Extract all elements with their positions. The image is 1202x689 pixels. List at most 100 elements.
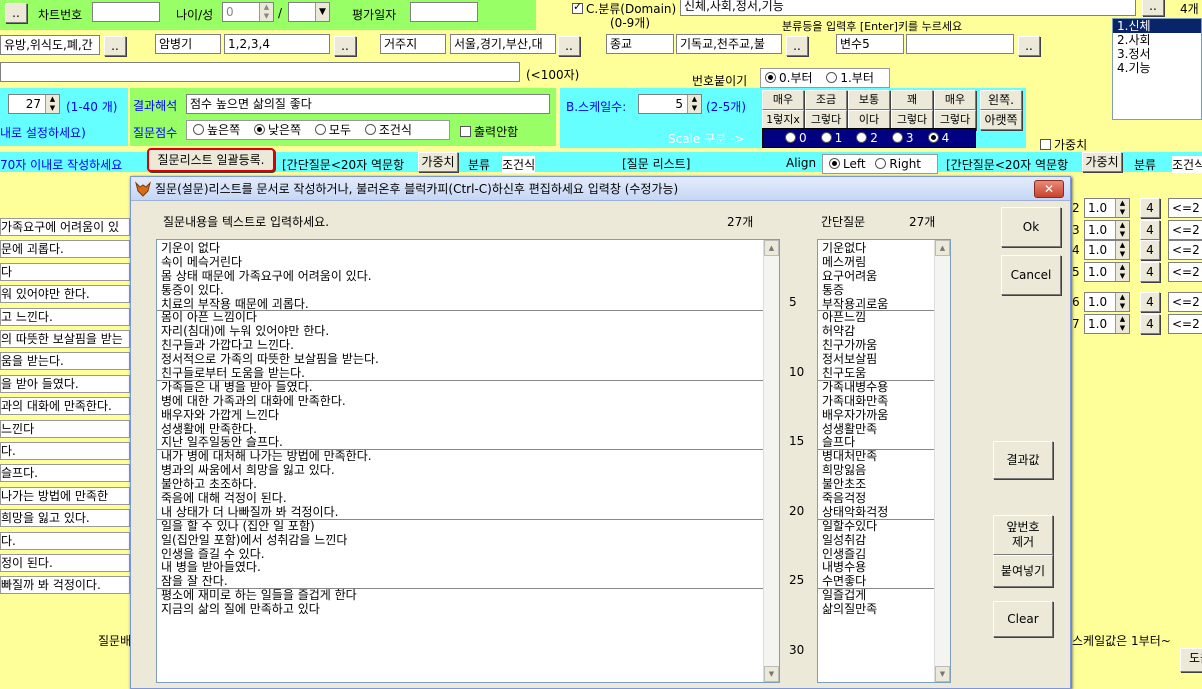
scale-stepper[interactable]: 5 ▲ ▼: [638, 94, 702, 114]
chart-lookup-button[interactable]: ..: [5, 3, 27, 23]
left-question-row[interactable]: 빠질까 봐 걱정이다.: [0, 576, 130, 595]
right-row-class-button[interactable]: 4: [1140, 220, 1160, 240]
left-question-row[interactable]: 희망을 잃고 있다.: [0, 509, 130, 528]
left-question-row[interactable]: 느낀다: [0, 419, 130, 438]
help-button[interactable]: 도움: [1180, 648, 1202, 672]
right-row-cond[interactable]: <=2: [1168, 198, 1202, 218]
question-scrollbar[interactable]: ▲ ▼: [763, 240, 779, 682]
cancer-stage-lookup-button[interactable]: ..: [334, 36, 356, 56]
short-scrollbar[interactable]: ▲ ▼: [934, 240, 950, 682]
right-row-cond[interactable]: <=2: [1168, 292, 1202, 312]
domain-lookup-button[interactable]: ..: [1142, 0, 1164, 16]
right-row-stepper-arrows[interactable]: ▲ ▼: [1115, 315, 1129, 333]
cancer-type-lookup-button[interactable]: ..: [104, 36, 126, 56]
right-row-cond[interactable]: <=2: [1168, 220, 1202, 240]
residence-input[interactable]: 서울,경기,부산,대: [450, 34, 556, 54]
short-question-textarea[interactable]: 기운없다 메스꺼림 요구어려움 통증 부작용괴로움 아픈느낌 허약감 친구가까움 정서보살핌 친구…: [817, 239, 951, 683]
right-row-stepper-arrows[interactable]: ▲ ▼: [1115, 293, 1129, 311]
paste-button[interactable]: 붙여넣기: [993, 555, 1053, 587]
scale-word-button[interactable]: 보통: [848, 90, 890, 110]
score-opt-low[interactable]: 낮은쪽: [253, 123, 301, 137]
var5-lookup-button[interactable]: ..: [1018, 36, 1040, 56]
scale-radio-opt[interactable]: 3: [891, 131, 914, 145]
count-stepper[interactable]: 27 ▲ ▼: [8, 94, 60, 114]
weight-header-button[interactable]: 가중치: [418, 152, 458, 172]
left-align-button[interactable]: 왼쪽.: [980, 90, 1022, 110]
right-row-weight-stepper[interactable]: 1.0 ▲ ▼: [1084, 220, 1130, 240]
scale-radio-opt[interactable]: 4: [927, 131, 949, 145]
left-question-row[interactable]: 의 따뜻한 보살핌을 받는: [0, 330, 130, 348]
score-opt-all[interactable]: 모두: [314, 123, 351, 137]
align-right-opt[interactable]: Right: [875, 157, 921, 171]
numbering-opt-1[interactable]: 1.부터: [826, 71, 874, 85]
numbering-opt-0[interactable]: 0.부터: [765, 71, 813, 85]
domain-list[interactable]: 1.신체 2.사회 3.정서 4.기능: [1112, 18, 1202, 120]
weight-check[interactable]: 가중치: [1040, 136, 1087, 153]
left-question-row[interactable]: 움을 받는다.: [0, 352, 130, 371]
age-stepper-arrows[interactable]: ▲ ▼: [259, 3, 273, 21]
close-icon[interactable]: ✕: [1044, 182, 1054, 196]
scale-word-button[interactable]: 그렇다: [934, 110, 976, 130]
domain-list-item[interactable]: 2.사회: [1113, 33, 1201, 47]
bulk-register-button[interactable]: 질문리스트 일괄등록.: [147, 148, 275, 172]
result-input[interactable]: 점수 높으면 삶의질 좋다: [186, 94, 550, 114]
sex-select[interactable]: ▼: [288, 2, 330, 22]
right-row-class-button[interactable]: 4: [1140, 314, 1160, 334]
right-row-stepper-arrows[interactable]: ▲ ▼: [1115, 241, 1129, 259]
right-row-class-button[interactable]: 4: [1140, 198, 1160, 218]
right-weight-button[interactable]: 가중치: [1082, 152, 1122, 172]
left-question-row[interactable]: 고 느낀다.: [0, 307, 130, 326]
scale-word-button[interactable]: 매우: [762, 90, 804, 110]
domain-list-item[interactable]: 4.기능: [1113, 61, 1201, 75]
scale-word-button[interactable]: 그렇다: [891, 110, 933, 130]
scale-radio-icon[interactable]: [927, 132, 939, 143]
align-left-opt[interactable]: Left: [829, 157, 866, 171]
description-input[interactable]: [0, 62, 520, 82]
domain-input[interactable]: 신체,사회,정서,기능: [680, 0, 1136, 16]
left-question-row[interactable]: 가족요구에 어려움이 있: [0, 218, 130, 236]
scale-radio-icon[interactable]: [785, 132, 796, 143]
score-opt-cond[interactable]: 조건식: [364, 123, 412, 137]
scale-radio-icon[interactable]: [891, 132, 903, 143]
right-row-class-button[interactable]: 4: [1140, 240, 1160, 260]
left-question-row[interactable]: 을 받아 들였다.: [0, 374, 130, 393]
domain-list-item[interactable]: 3.정서: [1113, 47, 1201, 61]
print-check[interactable]: 출력안함: [460, 123, 518, 140]
result-value-button[interactable]: 결과값: [993, 441, 1053, 479]
right-row-weight-stepper[interactable]: 1.0 ▲ ▼: [1084, 292, 1130, 312]
scroll-up-icon[interactable]: ▲: [764, 240, 779, 256]
residence-lookup-button[interactable]: ..: [558, 36, 580, 56]
count-stepper-arrows[interactable]: ▲ ▼: [45, 95, 59, 113]
scale-radio-icon[interactable]: [820, 132, 832, 143]
religion-lookup-button[interactable]: ..: [786, 36, 808, 56]
right-row-stepper-arrows[interactable]: ▲ ▼: [1115, 221, 1129, 239]
left-question-row[interactable]: 과의 대화에 만족한다.: [0, 397, 130, 416]
chart-no-input[interactable]: [92, 2, 160, 22]
scale-word-button[interactable]: 조금: [805, 90, 847, 110]
right-row-cond[interactable]: <=2: [1168, 262, 1202, 282]
close-button[interactable]: ✕: [1034, 180, 1064, 198]
scale-word-button[interactable]: 이다: [848, 110, 890, 130]
cancer-type-input[interactable]: 유방,위식도,폐,간: [0, 35, 100, 55]
scale-radio-icon[interactable]: [856, 132, 868, 143]
domain-list-item[interactable]: 1.신체: [1113, 19, 1201, 33]
left-question-row[interactable]: 문에 괴롭다.: [0, 240, 130, 259]
scale-radio-opt[interactable]: 0: [785, 131, 807, 145]
cancer-stage-input[interactable]: 1,2,3,4: [224, 34, 330, 54]
scale-radio-opt[interactable]: 1: [820, 131, 842, 145]
clear-button[interactable]: Clear: [993, 601, 1053, 637]
scale-word-button[interactable]: 1렇지x: [762, 110, 804, 130]
score-opt-high[interactable]: 높은쪽: [193, 123, 240, 137]
cancel-button[interactable]: Cancel: [1001, 255, 1061, 295]
right-row-class-button[interactable]: 4: [1140, 262, 1160, 282]
domain-checkbox-icon[interactable]: [572, 0, 583, 14]
bottom-align-button[interactable]: 아랫쪽: [980, 110, 1022, 130]
right-row-stepper-arrows[interactable]: ▲ ▼: [1115, 199, 1129, 217]
right-row-cond[interactable]: <=2: [1168, 240, 1202, 260]
left-question-row[interactable]: 다: [0, 262, 130, 281]
right-row-weight-stepper[interactable]: 1.0 ▲ ▼: [1084, 198, 1130, 218]
left-question-row[interactable]: 나가는 방법에 만족한: [0, 486, 130, 505]
left-question-row[interactable]: 정이 된다.: [0, 554, 130, 572]
right-row-weight-stepper[interactable]: 1.0 ▲ ▼: [1084, 262, 1130, 282]
left-question-row[interactable]: 다.: [0, 531, 130, 550]
